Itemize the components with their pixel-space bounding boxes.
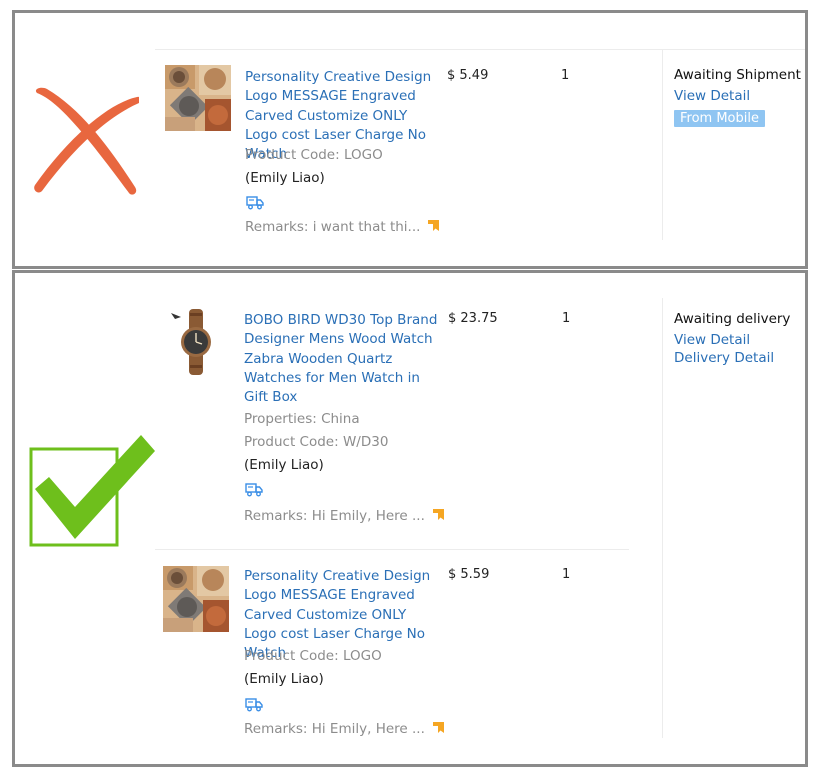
unit-price: $ 23.75 <box>448 311 498 326</box>
quantity: 1 <box>562 567 571 582</box>
order-status: Awaiting Shipment <box>674 67 801 83</box>
green-checkmark-icon <box>29 435 155 547</box>
row-divider <box>155 549 629 550</box>
remarks-value: Remarks: Hi Emily, Here ... <box>244 508 425 524</box>
product-code: Product Code: LOGO <box>244 648 382 664</box>
from-mobile-badge: From Mobile <box>674 110 765 127</box>
order-panel-incorrect: Personality Creative Design Logo MESSAGE… <box>12 10 808 269</box>
unit-price: $ 5.59 <box>448 567 490 582</box>
remarks-value: Remarks: i want that thi... <box>245 219 421 235</box>
wooden-watch-image <box>165 309 231 375</box>
order-status: Awaiting delivery <box>674 311 791 327</box>
remark-flag-icon[interactable] <box>431 508 445 522</box>
remarks-text: Remarks: Hi Emily, Here ... <box>244 508 445 524</box>
engraved-wood-collage-image <box>163 566 229 632</box>
view-detail-link[interactable]: View Detail <box>674 88 750 104</box>
product-code: Product Code: W/D30 <box>244 434 389 450</box>
product-title-link[interactable]: BOBO BIRD WD30 Top Brand Designer Mens W… <box>244 311 440 407</box>
quantity: 1 <box>562 311 571 326</box>
remarks-text: Remarks: i want that thi... <box>245 219 440 235</box>
product-properties: Properties: China <box>244 411 360 427</box>
buyer-name: (Emily Liao) <box>245 170 325 186</box>
remark-flag-icon[interactable] <box>426 219 440 233</box>
column-divider <box>662 50 663 240</box>
engraved-wood-collage-image <box>165 65 231 131</box>
shipping-truck-icon[interactable] <box>246 196 264 210</box>
view-detail-link[interactable]: View Detail <box>674 332 750 348</box>
buyer-name: (Emily Liao) <box>244 671 324 687</box>
order-panel-correct: BOBO BIRD WD30 Top Brand Designer Mens W… <box>12 270 808 767</box>
column-divider <box>662 298 663 738</box>
product-code: Product Code: LOGO <box>245 147 383 163</box>
shipping-truck-icon[interactable] <box>245 698 263 712</box>
shipping-truck-icon[interactable] <box>245 483 263 497</box>
buyer-name: (Emily Liao) <box>244 457 324 473</box>
product-thumbnail[interactable] <box>165 65 231 131</box>
remarks-text: Remarks: Hi Emily, Here ... <box>244 721 445 737</box>
remarks-value: Remarks: Hi Emily, Here ... <box>244 721 425 737</box>
product-thumbnail[interactable] <box>165 309 231 375</box>
remark-flag-icon[interactable] <box>431 721 445 735</box>
unit-price: $ 5.49 <box>447 68 489 83</box>
red-cross-icon <box>34 87 139 195</box>
quantity: 1 <box>561 68 570 83</box>
row-divider <box>155 49 805 50</box>
product-thumbnail[interactable] <box>163 566 229 632</box>
delivery-detail-link[interactable]: Delivery Detail <box>674 350 774 366</box>
